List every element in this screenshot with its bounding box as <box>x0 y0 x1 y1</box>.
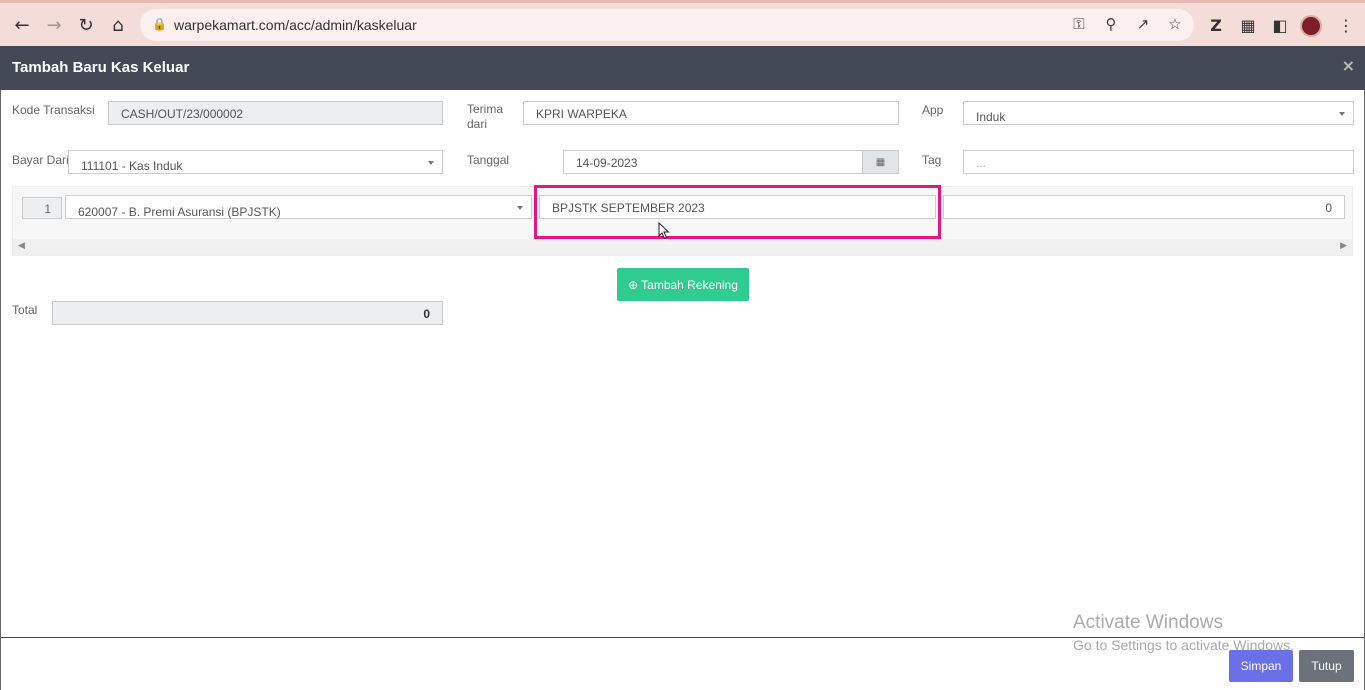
lock-icon: 🔒 <box>152 17 167 31</box>
tambah-rekening-label: Tambah Rekening <box>641 277 738 292</box>
kode-transaksi-label: Kode Transaksi <box>12 103 95 117</box>
sidepanel-icon[interactable]: ◧ <box>1268 14 1292 38</box>
row-number: 1 <box>22 197 62 219</box>
horizontal-scrollbar[interactable]: ◀ ▶ <box>13 239 1352 255</box>
avatar[interactable] <box>1300 15 1322 37</box>
tutup-button[interactable]: Tutup <box>1299 650 1354 682</box>
tanggal-field[interactable]: 14-09-2023 <box>563 150 863 174</box>
star-icon[interactable]: ☆ <box>1164 15 1186 35</box>
mouse-cursor-icon <box>658 222 670 240</box>
scroll-left-icon[interactable]: ◀ <box>18 241 25 251</box>
calendar-icon[interactable]: ▦ <box>862 150 899 174</box>
bayar-dari-select[interactable]: 111101 - Kas Induk <box>68 150 443 174</box>
terima-dari-label: Terima dari <box>467 102 503 132</box>
simpan-button[interactable]: Simpan <box>1229 650 1293 682</box>
forward-icon[interactable]: → <box>42 13 66 37</box>
modal-header: Tambah Baru Kas Keluar × <box>0 46 1365 90</box>
watermark-title: Activate Windows <box>1073 612 1223 633</box>
menu-icon[interactable]: ⋮ <box>1334 14 1358 38</box>
tanggal-label: Tanggal <box>467 153 510 167</box>
account-select-value: 620007 - B. Premi Asuransi (BPJSTK) <box>78 205 281 219</box>
tag-label: Tag <box>922 153 942 167</box>
modal-title: Tambah Baru Kas Keluar <box>12 59 190 76</box>
amount-input[interactable]: 0 <box>943 195 1345 219</box>
chevron-down-icon <box>1339 112 1345 116</box>
total-field: 0 <box>52 301 443 325</box>
account-select[interactable]: 620007 - B. Premi Asuransi (BPJSTK) <box>65 195 532 219</box>
bayar-dari-value: 111101 - Kas Induk <box>81 159 183 173</box>
chevron-down-icon <box>517 206 523 210</box>
highlight-box <box>534 185 941 239</box>
home-icon[interactable]: ⌂ <box>106 13 130 37</box>
back-icon[interactable]: ← <box>10 13 34 37</box>
tag-input[interactable]: ... <box>963 150 1354 174</box>
share-icon[interactable]: ↗ <box>1132 15 1154 35</box>
extension-z-icon[interactable]: Z <box>1204 14 1228 38</box>
bayar-dari-label: Bayar Dari <box>12 153 69 167</box>
key-icon[interactable]: ⚿ <box>1068 15 1090 35</box>
app-label: App <box>922 103 944 117</box>
kode-transaksi-field: CASH/OUT/23/000002 <box>108 101 443 125</box>
app-select-value: Induk <box>976 110 1006 124</box>
terima-dari-label-line2: dari <box>467 117 488 131</box>
terima-dari-label-line1: Terima <box>467 102 504 116</box>
url-text[interactable]: warpekamart.com/acc/admin/kaskeluar <box>174 17 417 33</box>
close-icon[interactable]: × <box>1342 56 1355 75</box>
tambah-rekening-button[interactable]: ⊕ Tambah Rekening <box>617 268 749 301</box>
address-bar[interactable]: 🔒 warpekamart.com/acc/admin/kaskeluar ⚿ … <box>140 9 1194 41</box>
app-select[interactable]: Induk <box>963 101 1354 125</box>
browser-toolbar: ← → ↻ ⌂ 🔒 warpekamart.com/acc/admin/kask… <box>0 0 1365 46</box>
puzzle-icon[interactable]: ▦ <box>1236 14 1260 38</box>
plus-circle-icon: ⊕ <box>628 277 639 292</box>
chevron-down-icon <box>428 161 434 165</box>
zoom-icon[interactable]: ⚲ <box>1100 15 1122 35</box>
total-label: Total <box>12 303 38 317</box>
reload-icon[interactable]: ↻ <box>74 13 98 37</box>
modal-footer <box>0 637 1365 690</box>
terima-dari-field[interactable]: KPRI WARPEKA <box>523 101 899 125</box>
scroll-right-icon[interactable]: ▶ <box>1340 241 1347 251</box>
